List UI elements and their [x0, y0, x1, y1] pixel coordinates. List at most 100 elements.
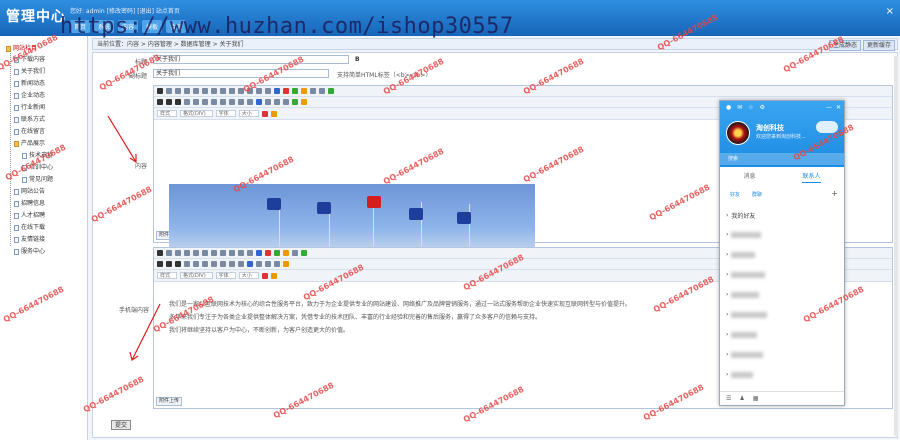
menu-icon[interactable]: ☰ [726, 395, 731, 402]
replace-icon[interactable] [247, 250, 253, 256]
sidebar-item[interactable]: 联系方式 [14, 115, 45, 124]
contact-group[interactable]: › [726, 291, 760, 298]
italic-icon[interactable] [166, 99, 172, 105]
qq-signature[interactable]: 欢迎您来到淘创科技... [756, 133, 806, 140]
copy-icon[interactable] [193, 250, 199, 256]
numbered-list-icon[interactable] [211, 99, 217, 105]
text-color-icon[interactable] [261, 110, 268, 117]
paste-text-icon[interactable] [211, 88, 217, 94]
qq-mail-icon[interactable]: ✉ [737, 104, 742, 111]
tab-contacts[interactable]: 联系人 [802, 171, 821, 183]
cut-icon[interactable] [184, 250, 190, 256]
sidebar-item[interactable]: 在线留言 [14, 127, 45, 136]
tab-messages[interactable]: 消息 [743, 171, 755, 183]
grid-icon[interactable]: ▦ [753, 395, 759, 402]
template-icon[interactable] [301, 250, 307, 256]
qq-space-icon[interactable]: ☆ [748, 104, 753, 111]
qq-settings-icon[interactable]: ⚙ [760, 104, 765, 111]
strike-icon[interactable] [184, 261, 190, 267]
align-left-icon[interactable] [256, 99, 262, 105]
align-center-icon[interactable] [256, 261, 262, 267]
sidebar-item[interactable]: 服务中心 [14, 247, 45, 256]
strike-icon[interactable] [184, 99, 190, 105]
add-contact-icon[interactable]: + [831, 189, 838, 198]
close-icon[interactable]: × [886, 6, 894, 17]
outdent-icon[interactable] [229, 99, 235, 105]
underline-icon[interactable] [175, 99, 181, 105]
redo-icon[interactable] [229, 250, 235, 256]
update-cache-button[interactable]: 更新缓存 [862, 39, 895, 51]
style-select[interactable]: 样式 [157, 110, 178, 117]
justify-icon[interactable] [274, 261, 280, 267]
contact-group[interactable]: › [726, 311, 768, 318]
qq-penguin-icon[interactable]: ● [726, 104, 731, 111]
preview-icon[interactable] [166, 250, 172, 256]
undo-icon[interactable] [229, 88, 235, 94]
font-select[interactable]: 字体 [215, 110, 236, 117]
indent-icon[interactable] [238, 261, 244, 267]
sidebar-item[interactable]: 网站公告 [14, 187, 45, 196]
sidebar-item[interactable]: 关于我们 [14, 67, 45, 76]
italic-icon[interactable] [166, 261, 172, 267]
find-icon[interactable] [238, 250, 244, 256]
contact-group[interactable]: › [726, 251, 756, 258]
minimize-icon[interactable]: — [826, 104, 832, 111]
page-scrollbar[interactable] [894, 56, 898, 436]
superscript-icon[interactable] [202, 99, 208, 105]
bullet-list-icon[interactable] [220, 261, 226, 267]
insert-page-icon[interactable] [292, 99, 298, 105]
table-icon[interactable] [292, 88, 298, 94]
align-center-icon[interactable] [265, 99, 271, 105]
bg-color-icon[interactable] [270, 110, 277, 117]
print-icon[interactable] [175, 250, 181, 256]
template-icon[interactable] [328, 88, 334, 94]
replace-icon[interactable] [256, 88, 262, 94]
bold-icon[interactable] [157, 261, 163, 267]
sidebar-item[interactable]: 产品展示 [14, 139, 45, 148]
link-icon[interactable] [292, 250, 298, 256]
contact-group[interactable]: › [726, 271, 766, 278]
flash-icon[interactable] [265, 250, 271, 256]
numbered-list-icon[interactable] [211, 261, 217, 267]
outdent-icon[interactable] [229, 261, 235, 267]
close-icon[interactable]: ✕ [836, 104, 841, 111]
submit-button[interactable]: 提交 [111, 420, 132, 430]
paste-text-icon[interactable] [211, 250, 217, 256]
table-icon[interactable] [274, 250, 280, 256]
subscript-icon[interactable] [193, 261, 199, 267]
image-icon[interactable] [274, 88, 280, 94]
align-left-icon[interactable] [247, 261, 253, 267]
print-icon[interactable] [175, 88, 181, 94]
contact-group[interactable]: › [726, 371, 754, 378]
indent-icon[interactable] [238, 99, 244, 105]
subtab-friends[interactable]: 好友 [730, 191, 740, 198]
superscript-icon[interactable] [202, 261, 208, 267]
contact-group[interactable]: › [726, 351, 764, 358]
sidebar-item[interactable]: 人才招聘 [14, 211, 45, 220]
source-icon[interactable] [157, 88, 163, 94]
sidebar-item[interactable]: 在线下载 [14, 223, 45, 232]
special-char-icon[interactable] [301, 99, 307, 105]
font-select[interactable]: 字体 [215, 272, 236, 279]
image-icon[interactable] [256, 250, 262, 256]
subscript-icon[interactable] [193, 99, 199, 105]
style-select[interactable]: 样式 [157, 272, 178, 279]
special-char-icon[interactable] [283, 261, 289, 267]
flash-icon[interactable] [283, 88, 289, 94]
align-right-icon[interactable] [274, 99, 280, 105]
copy-icon[interactable] [193, 88, 199, 94]
avatar[interactable] [726, 121, 750, 145]
sidebar-subitem[interactable]: 常见问题 [22, 175, 53, 184]
format-select[interactable]: 格式(DIV) [180, 272, 213, 279]
paste-word-icon[interactable] [220, 88, 226, 94]
paste-icon[interactable] [202, 250, 208, 256]
smiley-icon[interactable] [283, 250, 289, 256]
size-select[interactable]: 大小 [238, 272, 259, 279]
text-color-icon[interactable] [261, 272, 268, 279]
cut-icon[interactable] [184, 88, 190, 94]
paste-icon[interactable] [202, 88, 208, 94]
anchor-icon[interactable] [319, 88, 325, 94]
bold-icon[interactable] [157, 99, 163, 105]
format-select[interactable]: 格式(DIV) [180, 110, 213, 117]
sidebar-item[interactable]: 行业新闻 [14, 103, 45, 112]
